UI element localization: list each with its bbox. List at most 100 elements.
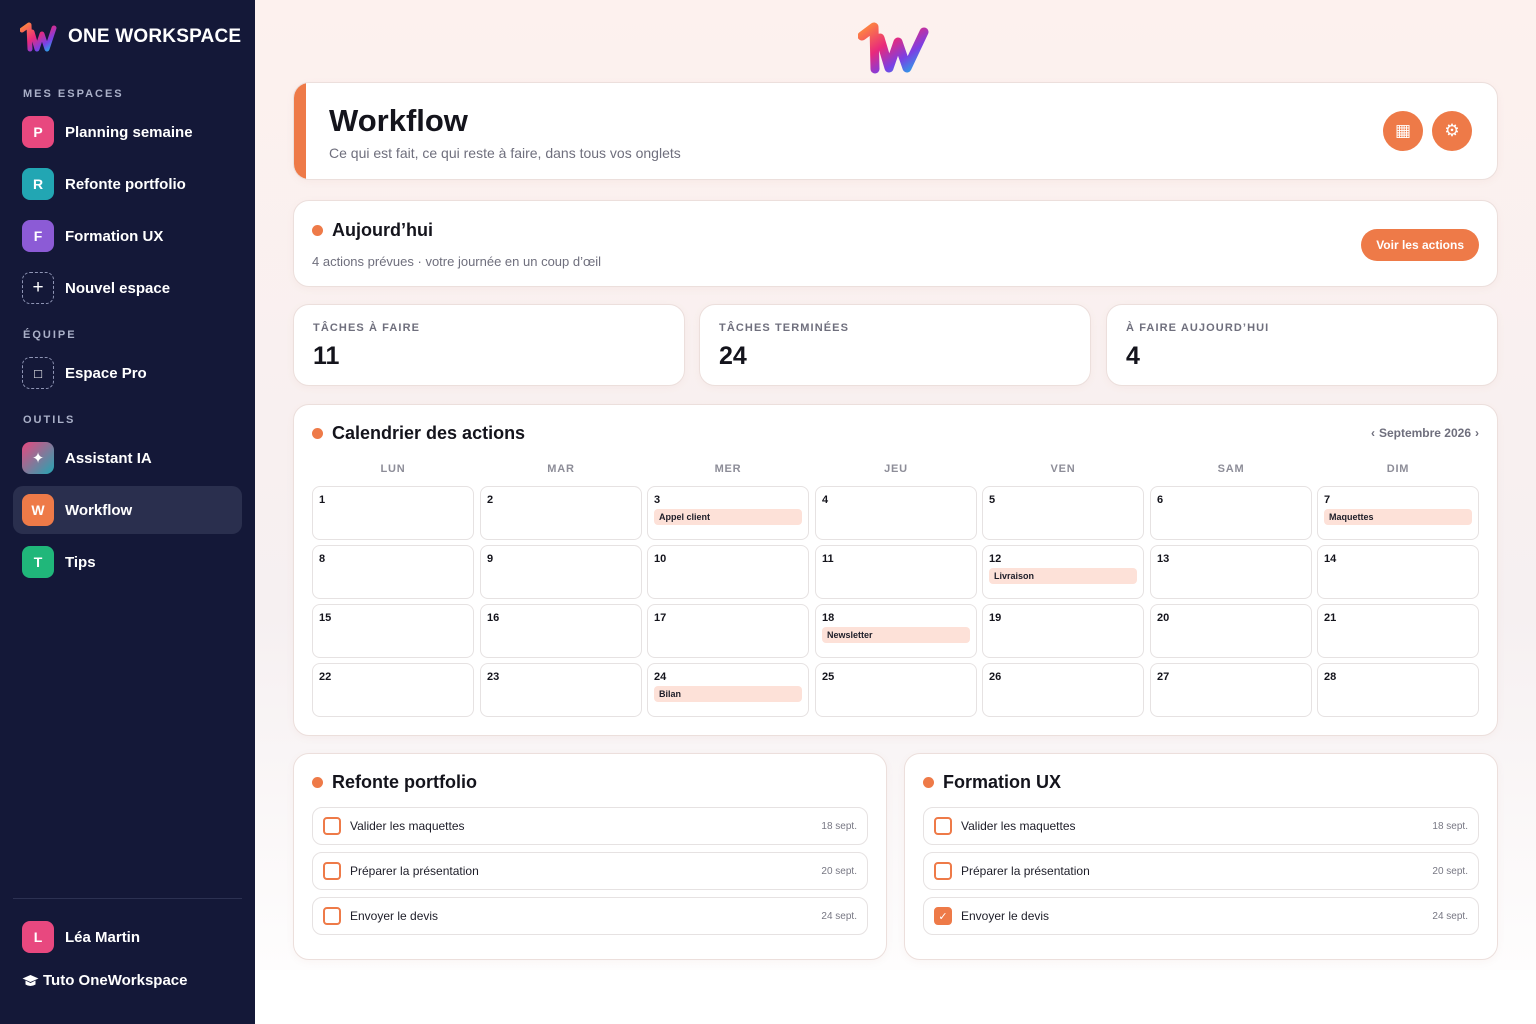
calendar-day[interactable]: 18 Newsletter [815,604,977,658]
view-actions-button[interactable]: Voir les actions [1361,229,1479,261]
calendar-day[interactable]: 12 Livraison [982,545,1144,599]
sidebar-item-tips[interactable]: T Tips [13,538,242,586]
sidebar-item-workflow[interactable]: W Workflow [13,486,242,534]
calendar-day[interactable]: 25 [815,663,977,717]
calendar-day[interactable]: 10 [647,545,809,599]
task-list-formation-ux: Formation UX Valider les maquettes 18 sep… [904,753,1498,960]
today-card: Aujourd’hui 4 actions prévues · votre jo… [293,200,1498,287]
tuto-link[interactable]: Tuto OneWorkspace [22,972,187,989]
calendar-day-number: 14 [1324,553,1337,565]
today-title-text: Aujourd’hui [332,220,433,240]
prev-month-button[interactable]: ‹ [1371,426,1375,440]
calendar-event[interactable]: Livraison [989,568,1137,584]
calendar-day[interactable]: 22 [312,663,474,717]
brand[interactable]: ONE WORKSPACE [20,22,241,52]
calendar-day[interactable]: 6 [1150,486,1312,540]
task-item[interactable]: Préparer la présentation 20 sept. [923,852,1479,890]
calendar-event[interactable]: Appel client [654,509,802,525]
task-list-title-text: Formation UX [943,772,1062,792]
sidebar-item-refonte-portfolio[interactable]: R Refonte portfolio [13,160,242,208]
graduation-cap-icon [22,974,39,986]
calendar-day[interactable]: 9 [480,545,642,599]
calendar-day[interactable]: 21 [1317,604,1479,658]
calendar-day[interactable]: 27 [1150,663,1312,717]
calendar-day[interactable]: 1 [312,486,474,540]
stat-card-today: À FAIRE AUJOURD’HUI 4 [1106,304,1498,386]
calendar-day[interactable]: 4 [815,486,977,540]
sidebar-item-nouvel-espace[interactable]: + Nouvel espace [13,264,242,312]
user-profile[interactable]: L Léa Martin [13,913,242,961]
calendar-day[interactable]: 20 [1150,604,1312,658]
calendar-day[interactable]: 26 [982,663,1144,717]
page-subtitle: Ce qui est fait, ce qui reste à faire, d… [329,145,681,161]
calendar-day-number: 27 [1157,671,1170,683]
checkbox-icon[interactable] [323,817,341,835]
one-workspace-logo-icon [20,22,57,52]
settings-button[interactable]: ⚙ [1432,111,1472,151]
checkbox-icon[interactable] [934,817,952,835]
space-badge: T [22,546,54,578]
calendar-day-number: 13 [1157,553,1170,565]
weekday-header: LUN [380,463,406,475]
sidebar-item-assistant-ia[interactable]: ✦ Assistant IA [13,434,242,482]
calendar-day-number: 5 [989,494,996,506]
calendar-event[interactable]: Newsletter [822,627,970,643]
calendar-day[interactable]: 15 [312,604,474,658]
calendar-day[interactable]: 3 Appel client [647,486,809,540]
checkbox-icon[interactable] [323,907,341,925]
stat-card-todo: TÂCHES À FAIRE 11 [293,304,685,386]
sidebar-item-label: Tips [65,553,96,571]
space-badge: F [22,220,54,252]
task-item[interactable]: Valider les maquettes 18 sept. [923,807,1479,845]
sidebar-item-label: Nouvel espace [65,279,171,297]
space-badge: P [22,116,54,148]
weekday-header: JEU [884,463,908,475]
sidebar-item-label: Formation UX [65,227,164,245]
calendar-day[interactable]: 5 [982,486,1144,540]
calendar-event[interactable]: Bilan [654,686,802,702]
task-item[interactable]: Préparer la présentation 20 sept. [312,852,868,890]
checkbox-checked-icon[interactable]: ✓ [934,907,952,925]
calendar-event[interactable]: Maquettes [1324,509,1472,525]
section-label-team: ÉQUIPE [23,329,77,341]
calendar-day[interactable]: 23 [480,663,642,717]
calendar-day[interactable]: 7 Maquettes [1317,486,1479,540]
calendar-day[interactable]: 28 [1317,663,1479,717]
main-content: Workflow Ce qui est fait, ce qui reste à… [255,0,1536,1024]
task-list-refonte-portfolio: Refonte portfolio Valider les maquettes 1… [293,753,887,960]
calendar-button[interactable]: ▦ [1383,111,1423,151]
next-month-button[interactable]: › [1475,426,1479,440]
calendar-day-number: 12 [989,553,1002,565]
calendar-day-number: 21 [1324,612,1337,624]
calendar-day[interactable]: 16 [480,604,642,658]
sidebar-item-espace-pro[interactable]: □ Espace Pro [13,349,242,397]
calendar-day-number: 20 [1157,612,1170,624]
sidebar-item-formation-ux[interactable]: F Formation UX [13,212,242,260]
calendar-card: Calendrier des actions ‹ Septembre 2026 … [293,404,1498,736]
calendar-day[interactable]: 8 [312,545,474,599]
accent-dot-icon [312,428,323,439]
calendar-day[interactable]: 13 [1150,545,1312,599]
checkbox-icon[interactable] [323,862,341,880]
sidebar-item-label: Assistant IA [65,449,152,467]
calendar-day[interactable]: 19 [982,604,1144,658]
checkbox-icon[interactable] [934,862,952,880]
task-date: 24 sept. [1432,910,1468,922]
task-label: Envoyer le devis [350,909,439,923]
calendar-day-number: 28 [1324,671,1337,683]
calendar-day[interactable]: 14 [1317,545,1479,599]
calendar-day[interactable]: 24 Bilan [647,663,809,717]
calendar-day-number: 18 [822,612,835,624]
calendar-day[interactable]: 11 [815,545,977,599]
calendar-day[interactable]: 2 [480,486,642,540]
calendar-day-number: 25 [822,671,835,683]
calendar-day[interactable]: 17 [647,604,809,658]
stat-label: TÂCHES TERMINÉES [719,322,850,334]
stat-value: 24 [719,342,747,370]
task-item[interactable]: Valider les maquettes 18 sept. [312,807,868,845]
task-item[interactable]: ✓ Envoyer le devis 24 sept. [923,897,1479,935]
main-footer-area [255,970,1536,1024]
task-item[interactable]: Envoyer le devis 24 sept. [312,897,868,935]
sidebar-item-planning-semaine[interactable]: P Planning semaine [13,108,242,156]
calendar-day-number: 19 [989,612,1002,624]
